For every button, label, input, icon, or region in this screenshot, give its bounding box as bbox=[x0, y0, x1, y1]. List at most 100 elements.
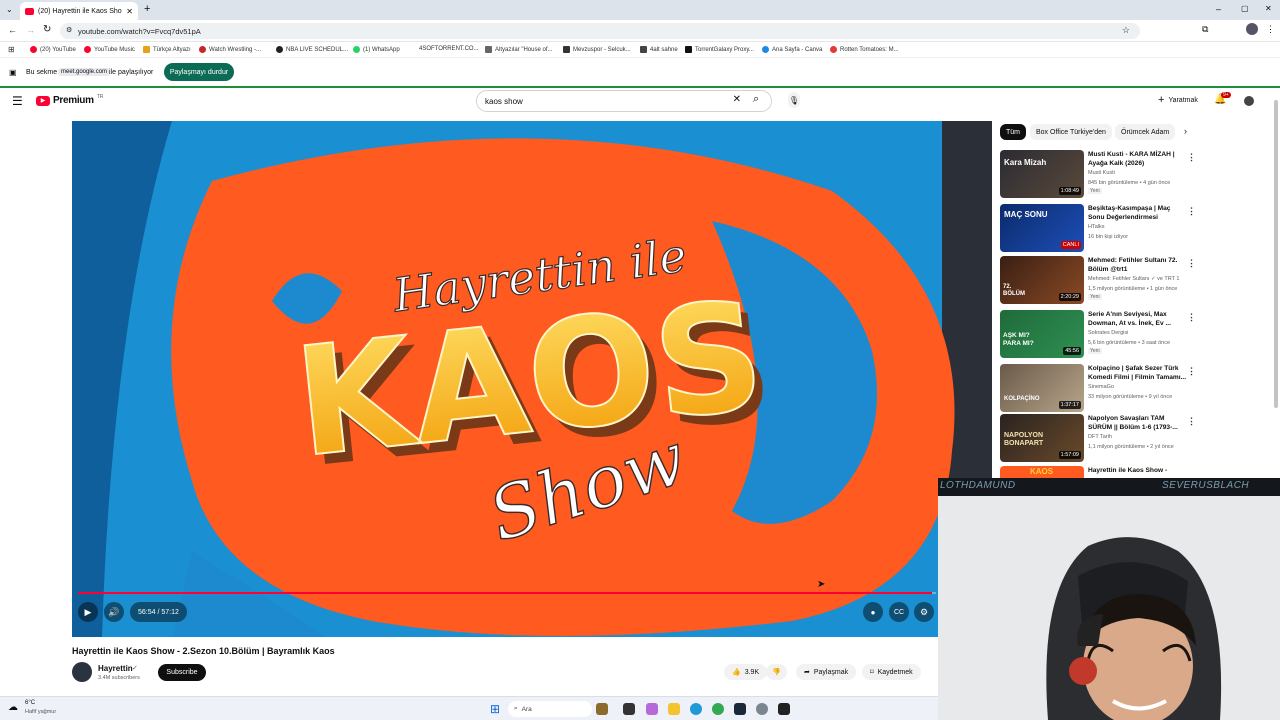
bookmark-item[interactable]: (1) WhatsApp bbox=[353, 46, 400, 53]
more-options-icon[interactable]: ⋮ bbox=[1187, 152, 1196, 163]
close-window-icon[interactable]: ✕ bbox=[1265, 4, 1272, 13]
recommendation-thumbnail[interactable]: MAÇ SONU CANLI bbox=[1000, 204, 1084, 252]
task-view-icon[interactable] bbox=[623, 703, 635, 715]
bookmark-item[interactable]: TorrentGalaxy Proxy... bbox=[685, 46, 754, 53]
save-button[interactable]: ⌑ Kaydetmek bbox=[862, 664, 921, 680]
bookmark-star-icon[interactable]: ☆ bbox=[1122, 25, 1130, 36]
windows-start-icon[interactable]: ⊞ bbox=[490, 702, 500, 716]
new-badge: Yeni bbox=[1088, 188, 1102, 194]
hamburger-menu-icon[interactable]: ☰ bbox=[12, 94, 23, 108]
more-options-icon[interactable]: ⋮ bbox=[1187, 258, 1196, 269]
stop-sharing-button[interactable]: Paylaşmayı durdur bbox=[164, 63, 234, 81]
recommendation-item[interactable]: KOLPAÇİNO 1:37:17 Kolpaçino | Şafak Seze… bbox=[1000, 364, 1196, 412]
settings-gear-icon[interactable]: ⚙ bbox=[914, 602, 934, 622]
file-explorer-icon[interactable] bbox=[668, 703, 680, 715]
site-info-icon[interactable]: ⚙ bbox=[66, 26, 72, 34]
subscribe-button[interactable]: Subscribe bbox=[158, 664, 206, 681]
video-player[interactable]: Hayrettin ile KAOS KAOS Show ▶ 🔊 56:54 /… bbox=[72, 121, 992, 637]
bookmark-item[interactable]: (20) YouTube bbox=[30, 46, 76, 53]
address-bar[interactable]: ⚙ youtube.com/watch?v=Fvcq7dv51pA ☆ bbox=[60, 23, 1140, 39]
bookmark-item[interactable]: Ana Sayfa - Canva bbox=[762, 46, 822, 53]
recommendation-thumbnail[interactable]: KOLPAÇİNO 1:37:17 bbox=[1000, 364, 1084, 412]
recommendation-item[interactable]: Kara Mizah 1:08:49 Musti Kusti - KARA Mİ… bbox=[1000, 150, 1196, 198]
back-icon[interactable]: ← bbox=[8, 25, 17, 35]
channel-name[interactable]: Hayrettin bbox=[98, 664, 133, 673]
search-input[interactable]: kaos show bbox=[485, 97, 523, 106]
more-options-icon[interactable]: ⋮ bbox=[1187, 416, 1196, 427]
taskbar-app-icon[interactable] bbox=[596, 703, 608, 715]
bookmark-item[interactable]: Türkçe Altyazı bbox=[143, 46, 191, 53]
maximize-icon[interactable]: ▢ bbox=[1241, 4, 1249, 13]
tab-list-icon[interactable]: ⌄ bbox=[6, 5, 13, 14]
create-button[interactable]: + Yaratmak bbox=[1150, 92, 1206, 108]
bookmark-item[interactable]: 4SOFTORRENT.CO... bbox=[419, 46, 479, 52]
more-options-icon[interactable]: ⋮ bbox=[1187, 206, 1196, 217]
minimize-icon[interactable]: – bbox=[1216, 4, 1221, 14]
bookmark-item[interactable]: NBA LIVE SCHEDUL... bbox=[276, 46, 348, 53]
chip-spider-man[interactable]: Örümcek Adam bbox=[1115, 124, 1176, 140]
edge-browser-icon[interactable] bbox=[690, 703, 702, 715]
taskbar-search[interactable]: ⌕ Ara bbox=[508, 701, 592, 717]
profile-avatar[interactable] bbox=[1246, 23, 1258, 35]
bookmark-item[interactable]: YouTube Music bbox=[84, 46, 135, 53]
thumbnail-text: NAPOLYON BONAPART bbox=[1004, 432, 1044, 447]
steam-icon[interactable] bbox=[734, 703, 746, 715]
bookmark-item[interactable]: Mevzuspor - Selcuk... bbox=[563, 46, 631, 53]
clear-search-icon[interactable]: ✕ bbox=[733, 94, 741, 105]
forward-icon[interactable]: → bbox=[26, 25, 35, 35]
more-options-icon[interactable]: ⋮ bbox=[1187, 366, 1196, 377]
reload-icon[interactable]: ↻ bbox=[43, 24, 51, 35]
recommendation-item[interactable]: NAPOLYON BONAPART 1:57:09 Napolyon Savaş… bbox=[1000, 414, 1196, 462]
recommendation-item[interactable]: KAOS Hayrettin ile Kaos Show - bbox=[1000, 466, 1196, 478]
extensions-icon[interactable]: ⧉ bbox=[1202, 24, 1208, 35]
account-avatar[interactable] bbox=[1244, 96, 1254, 106]
dislike-button[interactable]: 👎 bbox=[766, 664, 787, 680]
recommendation-item[interactable]: MAÇ SONU CANLI Beşiktaş-Kasımpaşa | Maç … bbox=[1000, 204, 1196, 252]
recommendation-thumbnail[interactable]: KAOS bbox=[1000, 466, 1084, 478]
thumbs-down-icon: 👎 bbox=[772, 669, 781, 676]
bookmark-item[interactable]: Watch Wrestling -... bbox=[199, 46, 261, 53]
settings-app-icon[interactable] bbox=[756, 703, 768, 715]
recommendation-item[interactable]: 72. BÖLÜM 2:20:29 Mehmed: Fetihler Sulta… bbox=[1000, 256, 1196, 304]
new-tab-icon[interactable]: + bbox=[144, 3, 150, 15]
share-button[interactable]: ➦ Paylaşmak bbox=[796, 664, 857, 680]
recommendation-thumbnail[interactable]: Kara Mizah 1:08:49 bbox=[1000, 150, 1084, 198]
more-options-icon[interactable]: ⋮ bbox=[1187, 312, 1196, 323]
chevron-right-icon[interactable]: › bbox=[1184, 126, 1187, 136]
browser-tab[interactable]: (20) Hayrettin ile Kaos Sho ✕ bbox=[20, 2, 138, 20]
recommendation-meta: 33 milyon görüntüleme • 9 yıl önce bbox=[1088, 394, 1173, 400]
search-box[interactable]: kaos show ✕ bbox=[476, 90, 772, 112]
progress-track[interactable] bbox=[78, 592, 936, 594]
recommendation-thumbnail[interactable]: 72. BÖLÜM 2:20:29 bbox=[1000, 256, 1084, 304]
browser-menu-icon[interactable]: ⋮ bbox=[1266, 24, 1275, 35]
voice-search-icon[interactable]: 🎙 bbox=[788, 92, 800, 108]
bookmark-item[interactable]: 4alt sahne bbox=[640, 46, 678, 53]
bookmark-item[interactable]: Altyazılar "House of... bbox=[485, 46, 553, 53]
duration-badge: 2:20:29 bbox=[1058, 293, 1081, 301]
recommendation-thumbnail[interactable]: NAPOLYON BONAPART 1:57:09 bbox=[1000, 414, 1084, 462]
close-tab-icon[interactable]: ✕ bbox=[126, 7, 133, 16]
play-button[interactable]: ▶ bbox=[78, 602, 98, 622]
chip-all[interactable]: Tüm bbox=[1000, 124, 1026, 140]
recommendation-item[interactable]: AŞK MI? PARA MI? 45:56 Serie A'nın Seviy… bbox=[1000, 310, 1196, 358]
captions-icon[interactable]: CC bbox=[889, 602, 909, 622]
volume-icon[interactable]: 🔊 bbox=[104, 602, 124, 622]
autoplay-toggle-icon[interactable]: ● bbox=[863, 602, 883, 622]
bookmark-item[interactable]: Rotten Tomatoes: M... bbox=[830, 46, 899, 53]
tab-title: (20) Hayrettin ile Kaos Sho bbox=[38, 7, 122, 15]
apps-grid-icon[interactable]: ⊞ bbox=[8, 45, 15, 54]
recommendation-thumbnail[interactable]: AŞK MI? PARA MI? 45:56 bbox=[1000, 310, 1084, 358]
youtube-logo[interactable]: ▶ Premium TR bbox=[36, 94, 103, 106]
chrome-browser-icon[interactable] bbox=[712, 703, 724, 715]
bookmark-icon: ⌑ bbox=[870, 669, 874, 676]
search-icon[interactable]: ⌕ bbox=[753, 93, 759, 106]
page-scrollbar[interactable] bbox=[1274, 100, 1278, 408]
copilot-icon[interactable] bbox=[646, 703, 658, 715]
weather-icon[interactable]: ☁ bbox=[8, 702, 18, 713]
notification-count-badge: 9+ bbox=[1221, 92, 1231, 98]
channel-avatar[interactable] bbox=[72, 662, 92, 682]
obs-icon[interactable] bbox=[778, 703, 790, 715]
chip-box-office[interactable]: Box Office Türkiye'den bbox=[1030, 124, 1112, 140]
like-button[interactable]: 👍 3.9K bbox=[724, 664, 768, 680]
thumbnail-text: KOLPAÇİNO bbox=[1004, 396, 1040, 402]
